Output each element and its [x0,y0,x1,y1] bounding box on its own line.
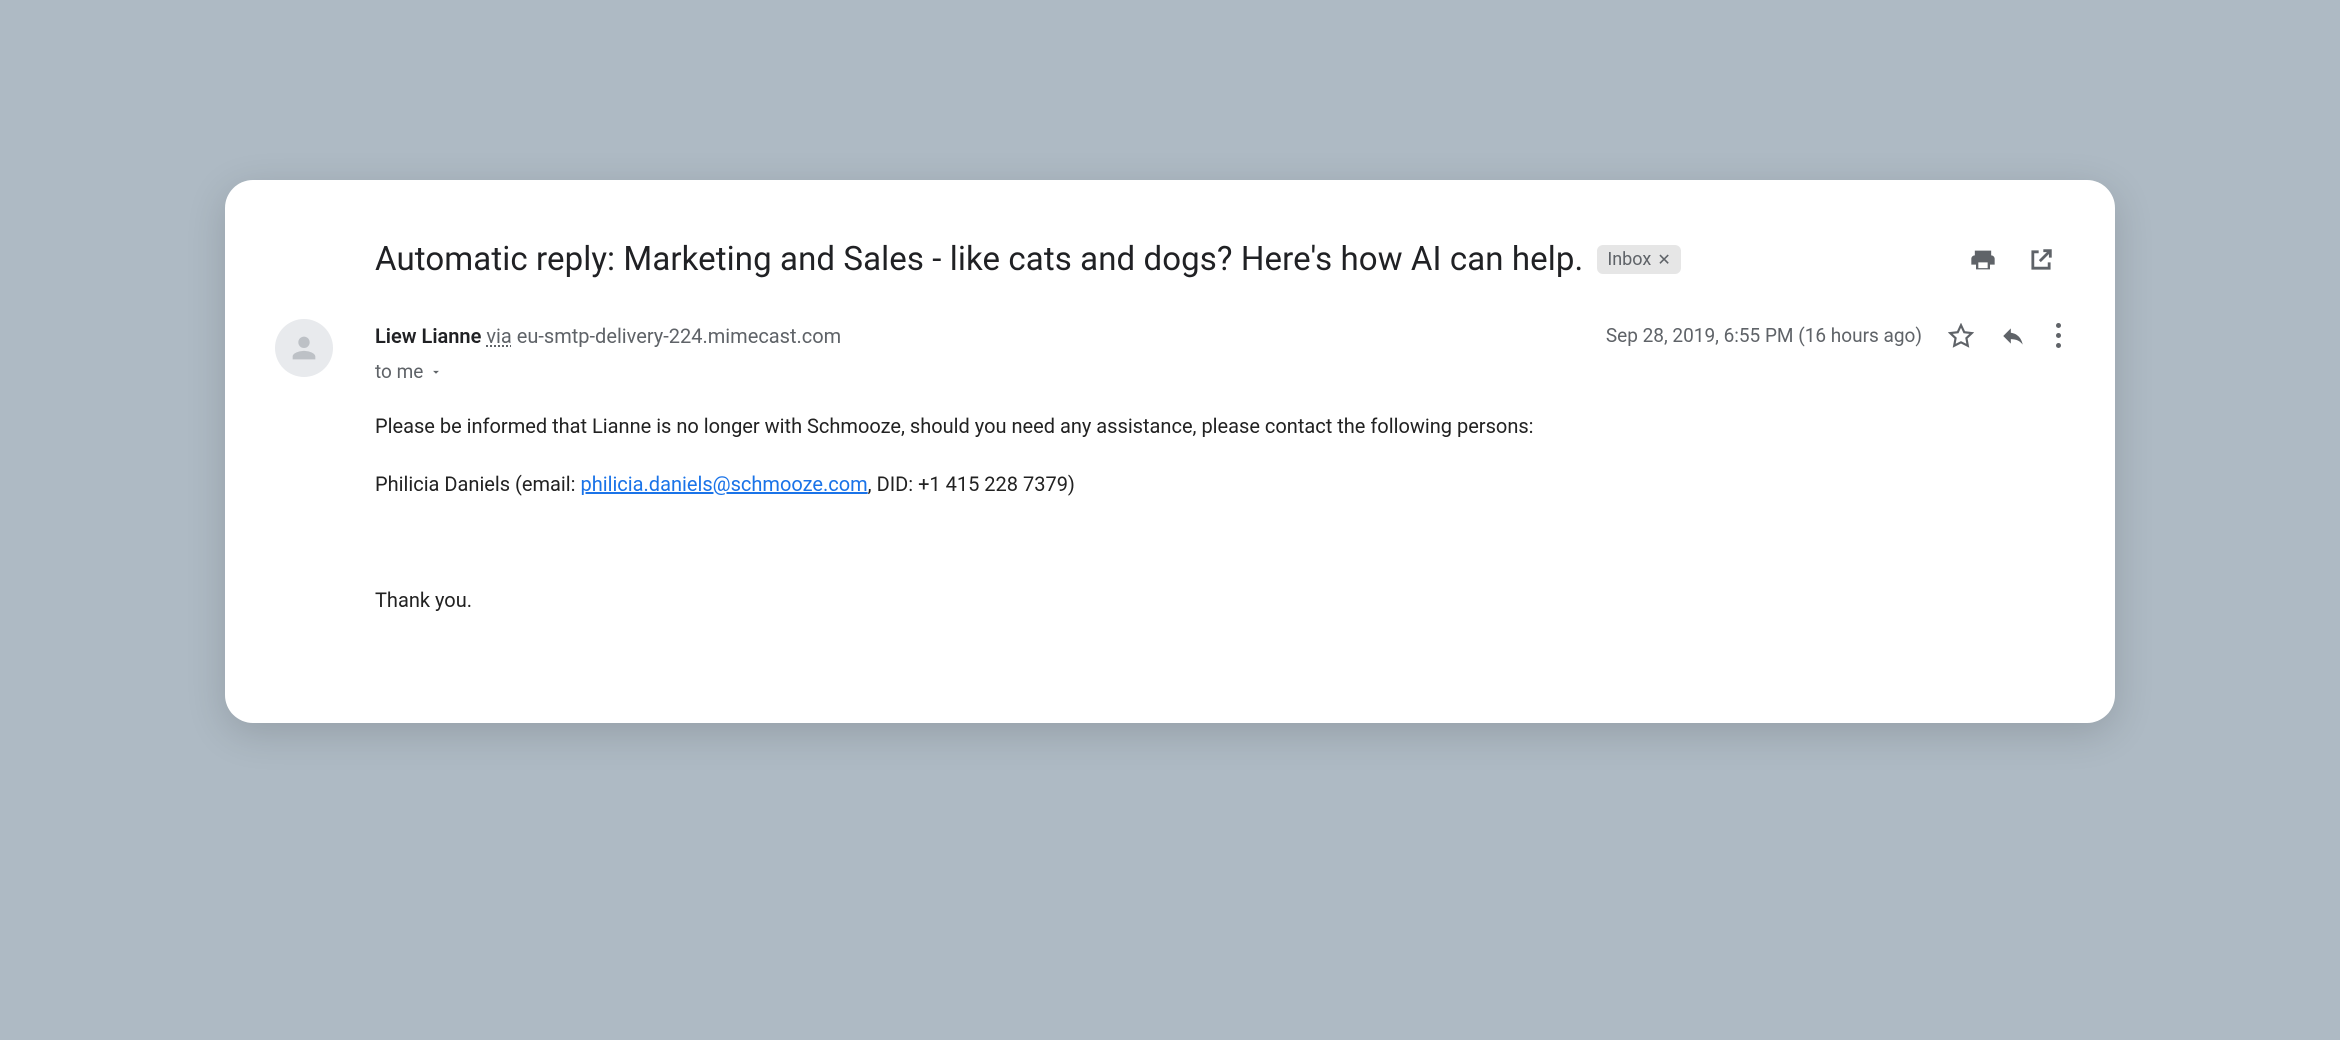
via-host: eu-smtp-delivery-224.mimecast.com [517,324,841,348]
label-text: Inbox [1607,249,1651,270]
timestamp: Sep 28, 2019, 6:55 PM (16 hours ago) [1606,324,1922,347]
contact-email-link[interactable]: philicia.daniels@schmooze.com [580,472,867,496]
email-body: Please be informed that Lianne is no lon… [375,411,2065,615]
subject-row: Automatic reply: Marketing and Sales - l… [375,240,2055,279]
email-subject: Automatic reply: Marketing and Sales - l… [375,240,1583,279]
avatar [275,319,333,377]
message-header-row: Liew Lianne via eu-smtp-delivery-224.mim… [275,319,2065,383]
to-line[interactable]: to me [375,360,2065,383]
from-right: Sep 28, 2019, 6:55 PM (16 hours ago) [1606,319,2065,352]
chevron-down-icon [429,365,443,379]
via-label: via [486,324,511,348]
subject-actions [1969,246,2055,274]
from-left: Liew Lianne via eu-smtp-delivery-224.mim… [375,324,841,348]
body-contact-line: Philicia Daniels (email: philicia.daniel… [375,469,2065,499]
body-intro: Please be informed that Lianne is no lon… [375,411,2065,441]
to-text: to me [375,360,423,383]
contact-prefix: Philicia Daniels (email: [375,472,580,496]
inbox-label-chip[interactable]: Inbox ✕ [1597,245,1680,274]
body-signoff: Thank you. [375,585,2065,615]
print-icon[interactable] [1969,246,1997,274]
contact-suffix: , DID: +1 415 228 7379) [868,472,1075,496]
more-icon[interactable] [2052,319,2065,352]
star-icon[interactable] [1948,323,1974,349]
reply-icon[interactable] [2000,323,2026,349]
close-icon[interactable]: ✕ [1657,252,1670,268]
email-card: Automatic reply: Marketing and Sales - l… [225,180,2115,723]
open-new-window-icon[interactable] [2027,246,2055,274]
message-header: Liew Lianne via eu-smtp-delivery-224.mim… [375,319,2065,383]
sender-name: Liew Lianne [375,324,481,348]
subject-left: Automatic reply: Marketing and Sales - l… [375,240,1681,279]
from-line: Liew Lianne via eu-smtp-delivery-224.mim… [375,319,2065,352]
